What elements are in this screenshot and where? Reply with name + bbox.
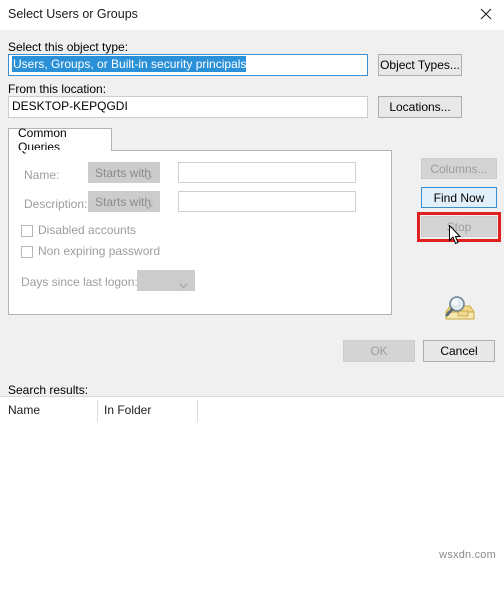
- window-title: Select Users or Groups: [8, 7, 138, 21]
- column-header-in-folder[interactable]: In Folder: [104, 403, 151, 417]
- close-button[interactable]: [468, 0, 504, 28]
- chevron-down-icon: [144, 199, 153, 213]
- object-type-input[interactable]: Users, Groups, or Built-in security prin…: [8, 54, 368, 76]
- days-since-last-logon-label: Days since last logon:: [21, 275, 138, 289]
- disabled-accounts-checkbox[interactable]: [21, 225, 33, 237]
- days-since-last-logon-select[interactable]: [137, 270, 195, 291]
- mouse-cursor: [449, 224, 463, 246]
- disabled-accounts-label: Disabled accounts: [38, 223, 137, 237]
- non-expiring-password-checkbox[interactable]: [21, 246, 33, 258]
- object-type-label: Select this object type:: [8, 40, 129, 54]
- search-results-label: Search results:: [8, 383, 89, 397]
- tab-common-queries[interactable]: Common Queries: [8, 126, 112, 154]
- description-operator-value: Starts with: [95, 195, 152, 209]
- column-header-name[interactable]: Name: [8, 403, 40, 417]
- location-value: DESKTOP-KEPQGDI: [12, 99, 128, 113]
- watermark: wsxdn.com: [439, 549, 496, 561]
- dialog-body: Select this object type: Users, Groups, …: [0, 30, 504, 598]
- columns-button[interactable]: Columns...: [421, 158, 497, 179]
- location-label: From this location:: [8, 82, 107, 96]
- name-operator-select[interactable]: Starts with: [88, 162, 160, 183]
- close-icon: [480, 8, 492, 20]
- description-input[interactable]: [178, 191, 356, 212]
- object-type-selected-text: Users, Groups, or Built-in security prin…: [12, 56, 247, 72]
- chevron-down-icon: [179, 278, 188, 292]
- name-operator-value: Starts with: [95, 166, 152, 180]
- tab-strip: Common Queries: [8, 126, 112, 154]
- object-type-value: Users, Groups, or Built-in security prin…: [12, 56, 247, 72]
- non-expiring-password-label: Non expiring password: [38, 244, 161, 258]
- name-label: Name:: [24, 168, 60, 182]
- description-operator-select[interactable]: Starts with: [88, 191, 160, 212]
- column-separator[interactable]: [197, 400, 198, 422]
- chevron-down-icon: [144, 170, 153, 184]
- find-now-button[interactable]: Find Now: [421, 187, 497, 208]
- tab-panel-seam: [9, 150, 111, 151]
- locations-button[interactable]: Locations...: [378, 96, 462, 118]
- cancel-button[interactable]: Cancel: [423, 340, 495, 362]
- column-separator[interactable]: [97, 400, 98, 422]
- search-results-list[interactable]: Name In Folder: [0, 396, 504, 598]
- object-types-button[interactable]: Object Types...: [378, 54, 462, 76]
- name-input[interactable]: [178, 162, 356, 183]
- ok-button[interactable]: OK: [343, 340, 415, 362]
- location-input[interactable]: DESKTOP-KEPQGDI: [8, 96, 368, 118]
- description-label: Description:: [24, 197, 88, 211]
- title-bar: Select Users or Groups: [0, 0, 504, 30]
- search-magnifier-icon: [440, 292, 478, 326]
